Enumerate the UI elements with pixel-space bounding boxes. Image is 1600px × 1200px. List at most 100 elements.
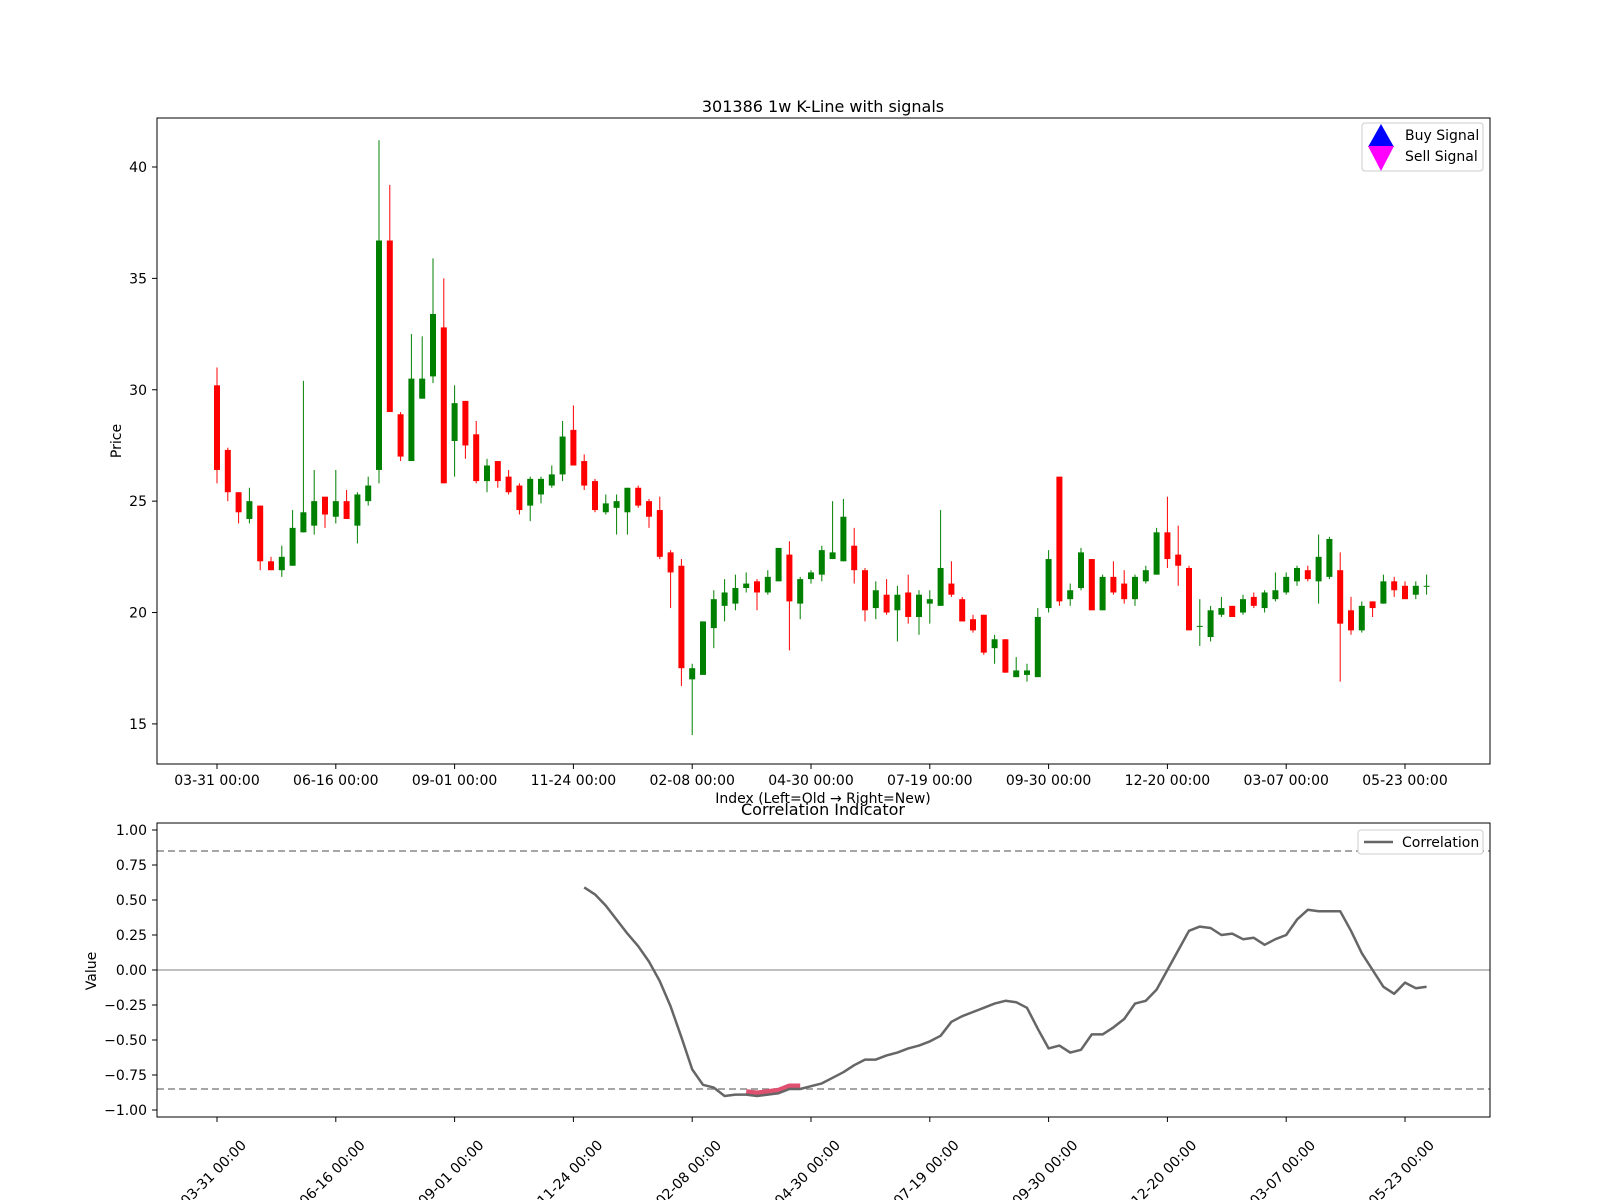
candle-body-up bbox=[1380, 581, 1387, 604]
candle-body-down bbox=[635, 487, 642, 506]
y-tick-label: 1.00 bbox=[116, 823, 147, 839]
candle-body-down bbox=[322, 496, 328, 515]
candle-body-up bbox=[872, 590, 879, 609]
candle-body-down bbox=[678, 565, 685, 669]
candle-body-up bbox=[376, 240, 382, 470]
candle-body-down bbox=[1250, 596, 1257, 606]
candle-body-down bbox=[970, 619, 976, 631]
chart-figure: 301386 1w K-Line with signals 15 20 25 30 35… bbox=[0, 0, 1600, 1200]
candle-body-up bbox=[926, 599, 933, 604]
x-tick-label: 04-30 00:00 bbox=[768, 773, 853, 789]
candle-body-down bbox=[1369, 601, 1376, 609]
candle-body-down bbox=[1088, 559, 1095, 611]
candle-body-down bbox=[1110, 576, 1117, 593]
candle-body-down bbox=[224, 449, 231, 493]
x-tick-label: 06-16 00:00 bbox=[293, 773, 378, 789]
candle-body-up bbox=[991, 639, 998, 649]
x-tick-label: 09-30 00:00 bbox=[1006, 773, 1091, 789]
candle-body-up bbox=[797, 579, 804, 604]
candle-body-down bbox=[905, 592, 912, 617]
y-tick-label: 0.00 bbox=[116, 963, 147, 979]
candle-body-up bbox=[721, 592, 728, 606]
kline-y-axis-label: Price bbox=[109, 424, 125, 458]
candle-body-down bbox=[494, 461, 501, 482]
candle-body-up bbox=[538, 478, 544, 495]
candle-body-down bbox=[462, 400, 469, 446]
candle-body-up bbox=[246, 501, 253, 519]
candle-body-down bbox=[235, 492, 242, 513]
candle-body-down bbox=[440, 327, 447, 484]
candle-body-down bbox=[386, 240, 393, 413]
y-tick-label: −0.50 bbox=[104, 1033, 147, 1049]
candle-body-up bbox=[1153, 532, 1160, 575]
y-tick-label: 0.25 bbox=[116, 928, 147, 944]
x-tick-label: 12-20 00:00 bbox=[1125, 773, 1210, 789]
candle-body-up bbox=[624, 487, 631, 513]
candle-body-up bbox=[430, 314, 436, 377]
candle-body-up bbox=[689, 668, 696, 680]
candle-body-up bbox=[408, 378, 415, 462]
candle-body-up bbox=[289, 527, 296, 566]
candle-body-up bbox=[1423, 585, 1430, 587]
candle-body-down bbox=[754, 581, 760, 593]
correlation-legend: Correlation bbox=[1357, 829, 1484, 855]
candle-body-up bbox=[1294, 567, 1300, 582]
candle-body-down bbox=[1337, 570, 1344, 624]
candle-body-up bbox=[1326, 539, 1333, 577]
candle-body-down bbox=[1304, 570, 1311, 580]
kline-legend: Buy Signal Sell Signal bbox=[1361, 122, 1484, 172]
y-tick-label: 0.75 bbox=[116, 858, 147, 874]
candle-body-down bbox=[1175, 554, 1182, 566]
candle-body-up bbox=[559, 436, 566, 475]
x-tick-label: 03-31 00:00 bbox=[174, 773, 259, 789]
candle-body-down bbox=[862, 570, 868, 611]
x-tick-label: 02-08 00:00 bbox=[649, 773, 734, 789]
candle-body-down bbox=[397, 414, 404, 457]
candle-body-down bbox=[786, 554, 793, 602]
candle-body-up bbox=[732, 588, 739, 604]
candle-body-up bbox=[1067, 590, 1074, 600]
candle-body-up bbox=[1218, 608, 1225, 615]
candle-body-up bbox=[548, 474, 555, 486]
kline-title: 301386 1w K-Line with signals bbox=[702, 97, 944, 116]
candle-body-up bbox=[1132, 576, 1138, 600]
candle-body-up bbox=[354, 494, 361, 526]
candle-body-up bbox=[527, 478, 534, 506]
y-tick-label: 15 bbox=[129, 717, 147, 733]
candle-body-up bbox=[451, 403, 458, 441]
y-tick-label: −0.75 bbox=[104, 1068, 147, 1084]
candle-body-down bbox=[581, 461, 588, 486]
correlation-title: Correlation Indicator bbox=[741, 800, 905, 819]
candle-body-up bbox=[840, 516, 847, 562]
candle-body-down bbox=[1056, 476, 1063, 602]
x-tick-label: 05-23 00:00 bbox=[1362, 773, 1447, 789]
buy-signal-legend-label: Buy Signal bbox=[1405, 128, 1479, 144]
candle-body-up bbox=[775, 547, 782, 582]
candle-body-up bbox=[1358, 605, 1365, 631]
candle-body-up bbox=[1261, 592, 1268, 609]
candle-body-up bbox=[1013, 670, 1020, 678]
candle-body-up bbox=[1024, 670, 1030, 675]
candle-body-up bbox=[1412, 585, 1419, 595]
candle-body-down bbox=[646, 501, 652, 517]
candle-body-up bbox=[818, 550, 825, 575]
candle-body-down bbox=[1164, 532, 1171, 560]
y-tick-label: 40 bbox=[129, 160, 147, 176]
candle-body-down bbox=[214, 385, 220, 470]
y-tick-label: −1.00 bbox=[104, 1103, 147, 1119]
candle-body-down bbox=[257, 505, 264, 562]
candle-body-down bbox=[948, 583, 955, 595]
candle-body-up bbox=[1034, 616, 1041, 678]
candle-body-down bbox=[851, 545, 858, 571]
candle-body-down bbox=[1229, 605, 1236, 617]
candle-body-up bbox=[894, 594, 901, 611]
y-tick-label: 0.50 bbox=[116, 893, 147, 909]
sell-signal-legend-label: Sell Signal bbox=[1405, 149, 1478, 165]
candle-body-up bbox=[1272, 590, 1279, 600]
candle-body-up bbox=[937, 567, 944, 606]
x-tick-label: 09-01 00:00 bbox=[412, 773, 497, 789]
candle-body-down bbox=[343, 501, 350, 519]
candle-body-down bbox=[959, 599, 966, 622]
x-tick-label: 03-07 00:00 bbox=[1243, 773, 1328, 789]
x-tick-label: 07-19 00:00 bbox=[887, 773, 972, 789]
